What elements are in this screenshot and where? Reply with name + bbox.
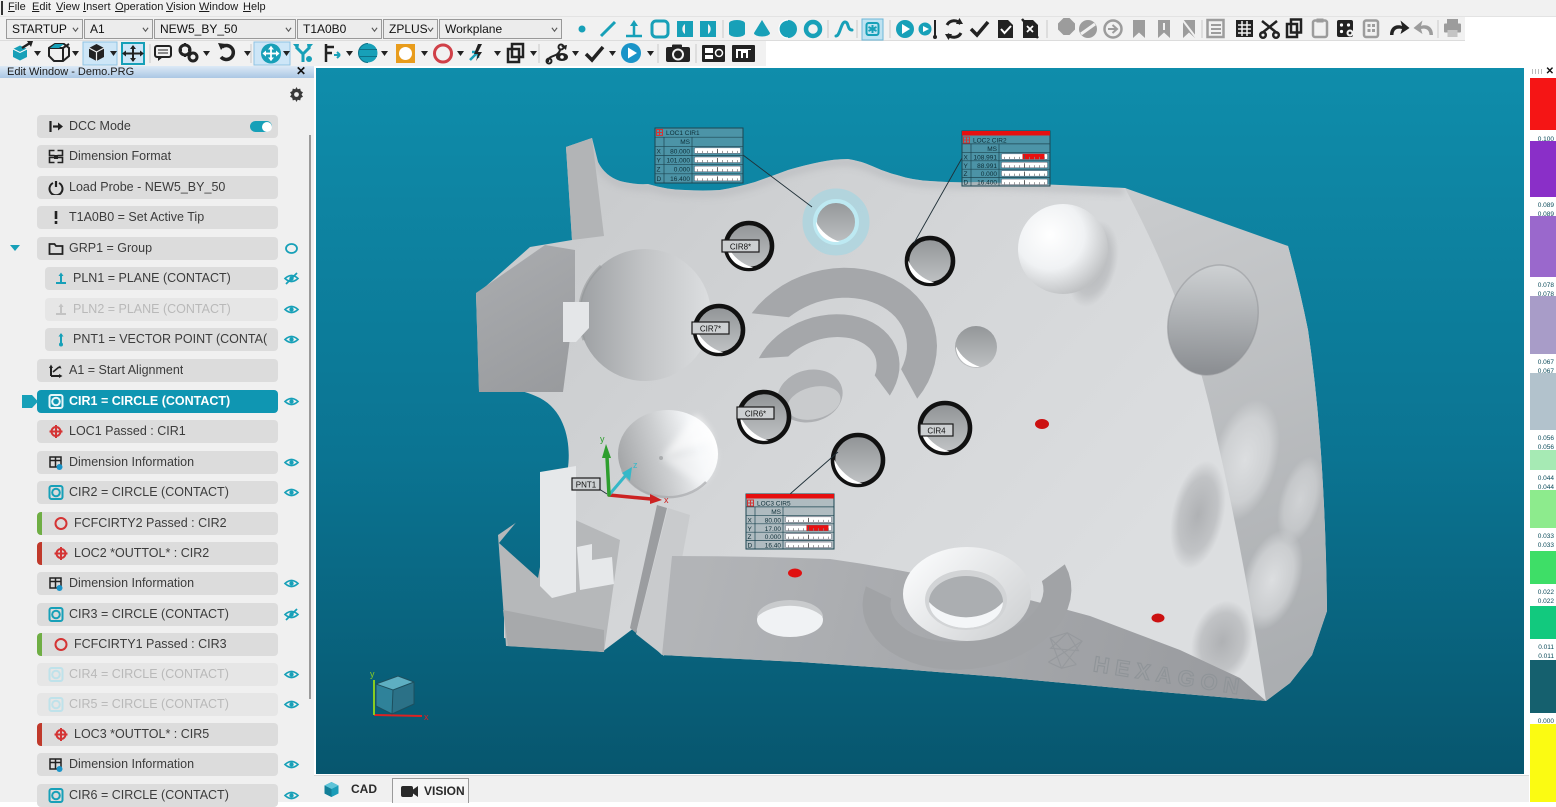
svg-text:0.000: 0.000 [765, 534, 782, 541]
svg-text:D: D [657, 176, 662, 183]
svg-text:MS: MS [987, 146, 997, 153]
svg-text:16.400: 16.400 [670, 176, 690, 183]
svg-text:X: X [748, 517, 753, 524]
svg-text:x: x [424, 712, 429, 722]
svg-text:LOC3 CIR5: LOC3 CIR5 [757, 501, 791, 508]
svg-text:LOC2 CIR2: LOC2 CIR2 [973, 138, 1007, 145]
svg-text:0.000: 0.000 [674, 167, 691, 174]
svg-text:LOC1 CIR1: LOC1 CIR1 [666, 130, 700, 137]
svg-text:MS: MS [680, 139, 690, 146]
svg-text:Z: Z [657, 167, 661, 174]
svg-text:Z: Z [964, 171, 968, 178]
svg-text:MS: MS [771, 509, 781, 516]
svg-text:x: x [664, 495, 669, 505]
svg-text:101.000: 101.000 [667, 158, 691, 165]
svg-text:CIR4: CIR4 [927, 427, 946, 436]
svg-text:CIR6*: CIR6* [745, 410, 766, 419]
svg-text:17.00: 17.00 [765, 526, 782, 533]
svg-text:108.991: 108.991 [974, 154, 998, 161]
svg-text:16.400: 16.400 [977, 180, 997, 187]
svg-text:D: D [748, 543, 753, 550]
svg-text:CIR8*: CIR8* [730, 243, 751, 252]
svg-text:Y: Y [748, 526, 753, 533]
svg-text:D: D [964, 180, 969, 187]
svg-text:PNT1: PNT1 [576, 481, 597, 490]
svg-text:X: X [657, 148, 662, 155]
svg-text:80.00: 80.00 [765, 517, 782, 524]
svg-text:16.40: 16.40 [765, 543, 782, 550]
svg-text:y: y [370, 669, 375, 679]
svg-text:X: X [964, 154, 969, 161]
svg-text:z: z [633, 460, 638, 470]
svg-text:Y: Y [964, 163, 969, 170]
svg-text:Z: Z [748, 534, 752, 541]
svg-text:y: y [600, 434, 605, 444]
svg-text:88.991: 88.991 [977, 163, 997, 170]
svg-text:Y: Y [657, 158, 662, 165]
svg-text:CIR7*: CIR7* [700, 325, 721, 334]
svg-text:0.000: 0.000 [981, 171, 998, 178]
svg-text:80.000: 80.000 [670, 148, 690, 155]
